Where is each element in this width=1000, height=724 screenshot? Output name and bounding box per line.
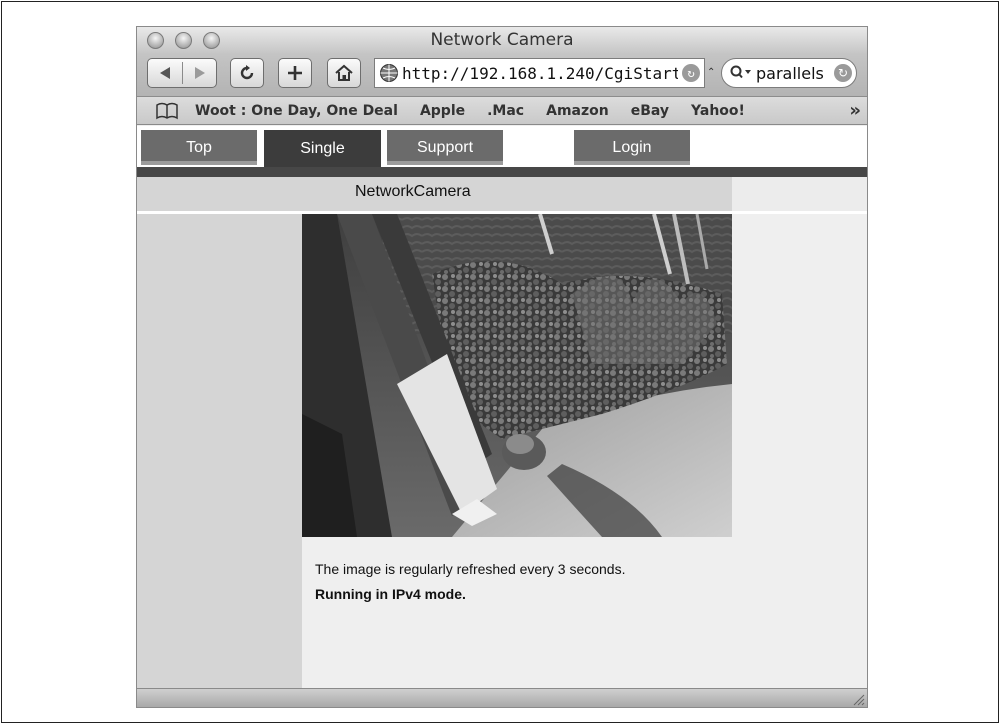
- bookmarks-overflow-icon[interactable]: »: [849, 100, 861, 121]
- search-field[interactable]: parallels ↻: [721, 58, 857, 88]
- bookmark-amazon[interactable]: Amazon: [546, 103, 609, 119]
- bookmarks-book-icon[interactable]: [155, 102, 179, 120]
- bookmark-mac[interactable]: .Mac: [487, 103, 524, 119]
- resize-grip-icon[interactable]: [851, 692, 865, 706]
- nav-tabs: Top Single Support Login: [137, 126, 867, 167]
- browser-window: Network Camera http://192.168.1.240/CgiS…: [136, 26, 868, 708]
- tab-label: Single: [300, 139, 345, 157]
- main-content: The image is regularly refreshed every 3…: [302, 214, 867, 688]
- forward-arrow-icon[interactable]: [183, 66, 213, 80]
- browser-toolbar: Network Camera http://192.168.1.240/CgiS…: [137, 27, 867, 97]
- bookmark-woot[interactable]: Woot : One Day, One Deal: [195, 103, 398, 119]
- globe-icon: [379, 63, 399, 83]
- search-clear-icon[interactable]: ↻: [834, 64, 852, 82]
- reload-icon: [239, 65, 255, 81]
- url-text[interactable]: http://192.168.1.240/CgiStart?pag: [402, 64, 678, 83]
- bookmark-ebay[interactable]: eBay: [631, 103, 669, 119]
- tab-bar-divider: [137, 167, 867, 177]
- home-icon: [334, 64, 354, 82]
- url-history-chevron-icon[interactable]: ⌃: [707, 67, 715, 78]
- tab-indicator: [141, 161, 257, 165]
- tab-indicator: [574, 161, 690, 165]
- page-content: Top Single Support Login NetworkCamera T…: [137, 126, 867, 688]
- reload-button[interactable]: [230, 58, 264, 88]
- bookmark-apple[interactable]: Apple: [420, 103, 465, 119]
- tab-single[interactable]: Single: [264, 130, 381, 167]
- address-bar[interactable]: http://192.168.1.240/CgiStart?pag ↻: [374, 58, 705, 88]
- ip-mode-note: Running in IPv4 mode.: [315, 586, 466, 602]
- back-forward-control: [147, 58, 217, 88]
- back-arrow-icon[interactable]: [152, 66, 182, 80]
- search-text[interactable]: parallels: [752, 64, 830, 83]
- status-bar: [137, 688, 867, 707]
- search-icon[interactable]: [730, 64, 752, 83]
- home-button[interactable]: [327, 58, 361, 88]
- refresh-note: The image is regularly refreshed every 3…: [315, 561, 626, 577]
- left-sidebar: [137, 177, 302, 688]
- plus-icon: [287, 65, 303, 81]
- figure-frame: Network Camera http://192.168.1.240/CgiS…: [1, 1, 999, 723]
- tab-label: Support: [416, 138, 474, 156]
- tab-label: Top: [186, 138, 212, 156]
- bookmark-yahoo[interactable]: Yahoo!: [691, 103, 745, 119]
- tab-indicator: [387, 161, 503, 165]
- page-title: NetworkCamera: [355, 183, 471, 200]
- url-reload-icon[interactable]: ↻: [682, 64, 700, 82]
- tab-label: Login: [612, 138, 652, 156]
- window-title: Network Camera: [430, 30, 574, 50]
- camera-image: [302, 214, 732, 537]
- tab-top[interactable]: Top: [141, 130, 257, 165]
- tab-support[interactable]: Support: [387, 130, 503, 165]
- tab-login[interactable]: Login: [574, 130, 690, 165]
- add-bookmark-button[interactable]: [278, 58, 312, 88]
- page-header-right: [732, 177, 867, 211]
- bookmarks-bar: Woot : One Day, One Deal Apple .Mac Amaz…: [137, 97, 867, 125]
